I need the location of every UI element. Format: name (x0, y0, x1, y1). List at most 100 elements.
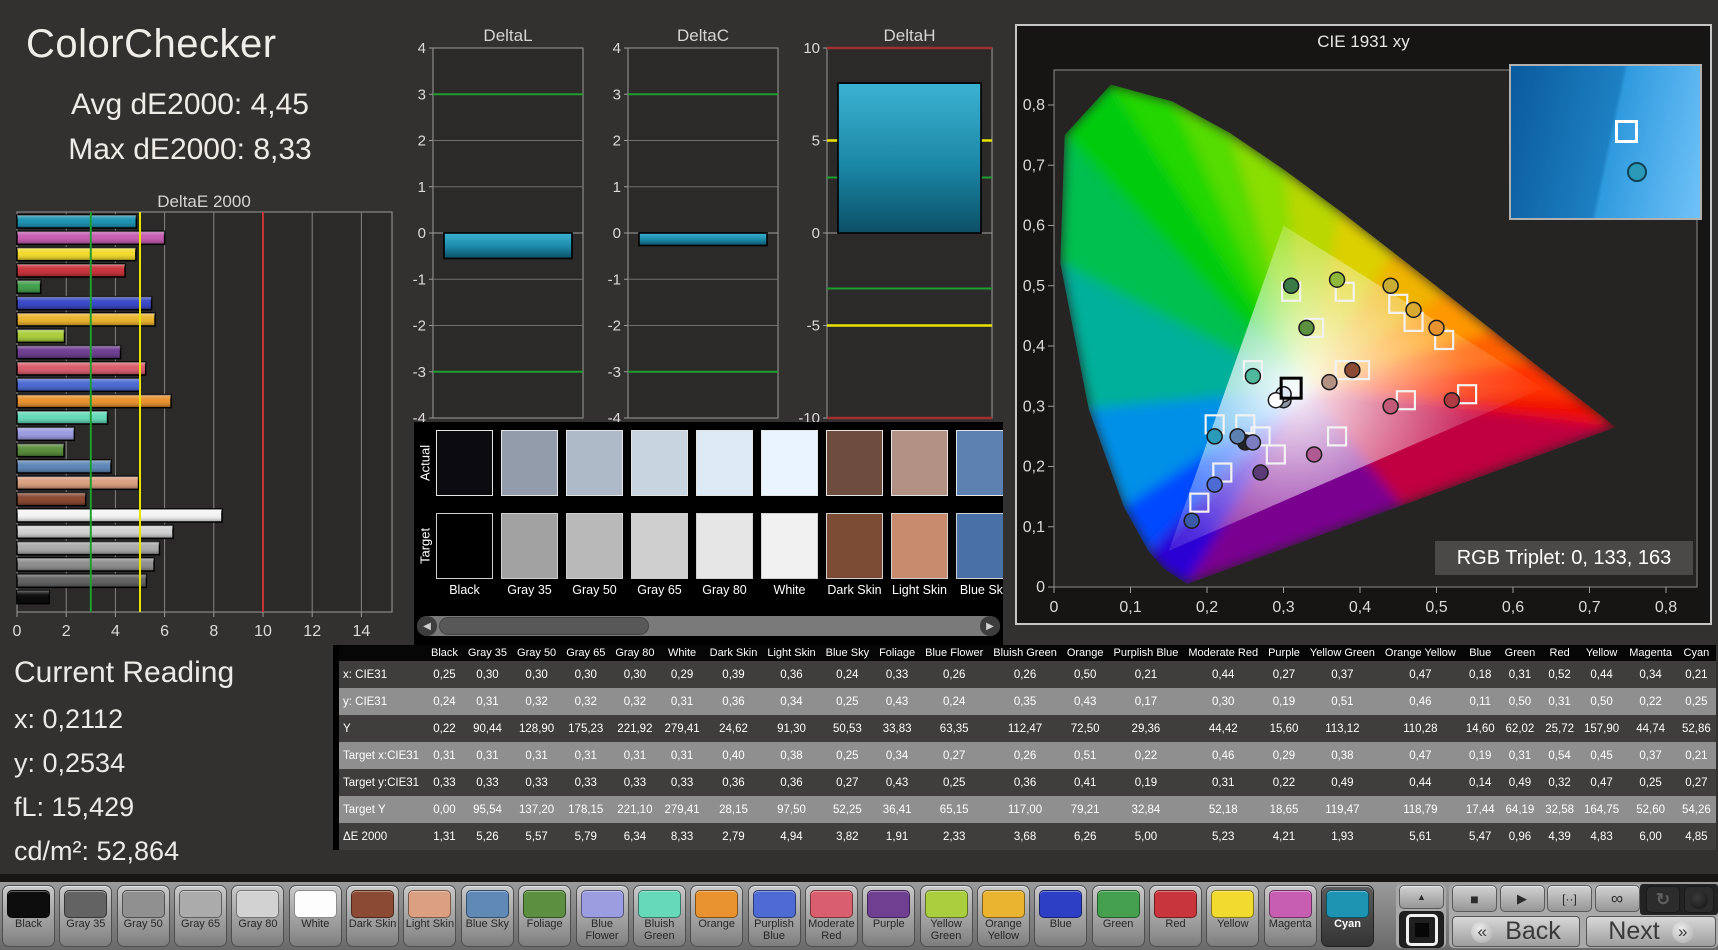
patch-button-orange[interactable]: Orange (690, 885, 744, 947)
table-cell: 0,25 (426, 661, 463, 688)
swatch-label: White (773, 583, 806, 597)
patch-button-green[interactable]: Green (1091, 885, 1145, 947)
patch-button-gray-35[interactable]: Gray 35 (59, 885, 113, 947)
patch-button-orange-yellow[interactable]: Orange Yellow (976, 885, 1030, 947)
scroll-right-icon[interactable]: ▶ (980, 616, 1000, 636)
swatch-scrollbar[interactable]: ◀ ▶ (417, 616, 1000, 636)
cie-measured-light-skin (1321, 373, 1338, 391)
patch-button-gray-80[interactable]: Gray 80 (231, 885, 285, 947)
patch-button-bluish-green[interactable]: Bluish Green (632, 885, 686, 947)
pattern-window-button[interactable] (1399, 911, 1444, 948)
table-cell: 5,61 (1379, 823, 1461, 850)
up-arrow-icon: ▲ (1417, 892, 1426, 902)
cie-1931-panel: CIE 1931 xy 0 0,1 0,2 0,3 0,4 0,5 0,6 0,7 0,8 0,8… (1015, 24, 1712, 625)
patch-button-black[interactable]: Black (2, 885, 55, 947)
patch-label: Green (1102, 918, 1134, 930)
table-cell: 0,37 (1624, 742, 1677, 769)
record-button[interactable] (1684, 886, 1714, 913)
deltae-x-tick: 8 (209, 623, 218, 640)
infinity-button[interactable]: ∞ (1594, 885, 1640, 912)
swatch-label: Black (449, 583, 480, 597)
table-col-header: Bluish Green (988, 645, 1062, 661)
delta-y-tick: 5 (812, 133, 820, 150)
cie-measured-blue-flower (1244, 434, 1262, 451)
delta-y-tick: 0 (613, 225, 621, 242)
back-button[interactable]: « Back (1452, 916, 1580, 947)
table-cell: 0,27 (1263, 661, 1305, 688)
delta-y-tick: 3 (613, 86, 621, 103)
patch-swatch (236, 890, 280, 918)
patch-button-foliage[interactable]: Foliage (518, 885, 572, 947)
patch-button-blue[interactable]: Blue (1034, 885, 1088, 947)
patch-button-moderate-red[interactable]: Moderate Red (804, 885, 858, 947)
table-col-header: Cyan (1677, 645, 1716, 661)
table-cell: 91,30 (762, 715, 821, 742)
table-cell: 0,31 (561, 742, 611, 769)
patch-button-purplish-blue[interactable]: Purplish Blue (747, 885, 801, 947)
table-cell: 0,26 (988, 661, 1062, 688)
table-cell: 72,50 (1061, 715, 1109, 742)
patch-label: White (301, 918, 330, 930)
patch-button-gray-65[interactable]: Gray 65 (174, 885, 228, 947)
patch-button-yellow[interactable]: Yellow (1206, 885, 1260, 947)
patch-swatch (580, 890, 624, 918)
table-cell: 0,33 (659, 769, 705, 796)
stop-button[interactable]: ■ (1452, 885, 1497, 912)
table-row-label: Target x:CIE31 (339, 742, 426, 769)
next-label: Next (1608, 917, 1660, 945)
cie-x-tick: 0,4 (1349, 599, 1371, 616)
table-cell: 64,19 (1499, 796, 1541, 823)
cie-y-tick: 0 (1036, 579, 1045, 596)
cie-y-tick: 0,3 (1023, 398, 1045, 415)
patch-label: Black (15, 918, 42, 930)
play-button[interactable]: ▶ (1499, 885, 1545, 912)
table-cell: 0,39 (704, 661, 763, 688)
table-cell: 0,31 (659, 742, 705, 769)
table-cell: 33,83 (874, 715, 921, 742)
scrollbar-thumb[interactable] (439, 617, 649, 635)
refresh-button[interactable]: ↻ (1646, 886, 1680, 913)
patch-button-purple[interactable]: Purple (862, 885, 916, 947)
back-label: Back (1505, 917, 1561, 945)
patch-swatch (981, 890, 1025, 918)
table-cell: 0,34 (1624, 661, 1677, 688)
table-row-label: Y (339, 715, 426, 742)
scroll-left-icon[interactable]: ◀ (417, 616, 437, 636)
patch-button-cyan[interactable]: Cyan (1321, 885, 1375, 947)
cie-measured-yellow-green (1328, 271, 1346, 288)
patch-button-gray-50[interactable]: Gray 50 (116, 885, 170, 947)
table-cell: 0,37 (1304, 661, 1380, 688)
table-cell: 65,15 (920, 796, 989, 823)
patch-button-red[interactable]: Red (1149, 885, 1202, 947)
inset-target-square (1615, 120, 1638, 143)
pattern-up-button[interactable]: ▲ (1399, 885, 1444, 909)
patch-label: Gray 50 (123, 918, 163, 930)
table-cell: 0,24 (426, 688, 463, 715)
patch-button-dark-skin[interactable]: Dark Skin (346, 885, 400, 947)
table-cell: 0,31 (426, 742, 463, 769)
next-button[interactable]: Next » (1586, 916, 1716, 947)
table-row: x: CIE31 0,25 0,30 0,30 0,30 0,30 0,29 0,39 0,36… (339, 661, 1716, 688)
patch-button-white[interactable]: White (288, 885, 342, 947)
patch-button-yellow-green[interactable]: Yellow Green (919, 885, 973, 947)
delta-y-tick: 0 (418, 225, 426, 242)
patch-button-light-skin[interactable]: Light Skin (403, 885, 457, 947)
patch-button-blue-flower[interactable]: Blue Flower (575, 885, 629, 947)
table-cell: 0,22 (426, 715, 463, 742)
patch-button-magenta[interactable]: Magenta (1263, 885, 1317, 947)
table-row-label: y: CIE31 (339, 688, 426, 715)
table-cell: 90,44 (462, 715, 513, 742)
patch-button-blue-sky[interactable]: Blue Sky (460, 885, 514, 947)
target-swatch-gray-50 (566, 513, 623, 579)
dwell-button[interactable]: [··] (1547, 885, 1592, 912)
table-cell: 4,85 (1677, 823, 1716, 850)
table-cell: 0,31 (512, 742, 562, 769)
actual-swatch-blue-sky (956, 430, 1003, 496)
actual-swatch-gray-80 (696, 430, 753, 496)
patch-swatch (924, 890, 968, 918)
table-cell: 24,62 (704, 715, 763, 742)
patch-label: Orange Yellow (985, 918, 1022, 942)
table-cell: 8,33 (659, 823, 705, 850)
table-cell: 0,36 (762, 661, 821, 688)
table-col-header: Yellow (1579, 645, 1625, 661)
